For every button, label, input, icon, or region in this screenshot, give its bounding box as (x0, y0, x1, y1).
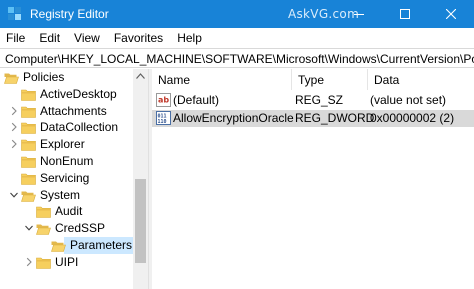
folder-icon (36, 257, 51, 269)
window-title: Registry Editor (30, 7, 109, 21)
list-row[interactable]: 011 110 AllowEncryptionOracle REG_DWORD 0x00… (152, 110, 474, 127)
tree-item-uipi[interactable]: UIPI (0, 254, 133, 271)
tree-item-label: Explorer (40, 137, 85, 152)
maximize-button[interactable] (382, 0, 428, 28)
folder-open-icon (51, 241, 66, 252)
maximize-icon (400, 9, 410, 19)
tree-item-label: CredSSP (55, 221, 106, 236)
folder-icon (21, 106, 36, 118)
tree-item-label: Audit (55, 204, 83, 219)
tree-item-label: ActiveDesktop (40, 86, 117, 101)
chevron-right-icon[interactable] (9, 139, 19, 149)
list-row[interactable]: ab (Default) REG_SZ (value not set) (152, 92, 474, 109)
column-header-type[interactable]: Type (292, 69, 368, 90)
address-path[interactable]: Computer\HKEY_LOCAL_MACHINE\SOFTWARE\Mic… (5, 52, 474, 66)
key-tree: Policies ActiveDesktop Attachments DataColl… (0, 69, 148, 289)
folder-icon (36, 207, 51, 219)
folder-icon (21, 89, 36, 101)
chevron-right-icon[interactable] (9, 106, 19, 116)
menu-view[interactable]: View (67, 31, 107, 45)
close-button[interactable] (428, 0, 474, 28)
dword-value-icon: 011110 (156, 111, 171, 125)
tree-item-explorer[interactable]: Explorer (0, 136, 133, 153)
chevron-down-icon[interactable] (24, 223, 34, 233)
values-list: Name Type Data ab (Default) REG_SZ (value n… (152, 69, 474, 289)
tree-item-label: Policies (23, 70, 65, 84)
column-header-data[interactable]: Data (368, 69, 474, 90)
column-header-name[interactable]: Name (152, 69, 292, 90)
tree-scrollbar[interactable] (133, 69, 148, 289)
address-bar[interactable]: Computer\HKEY_LOCAL_MACHINE\SOFTWARE\Mic… (0, 48, 474, 68)
minimize-button[interactable] (336, 0, 382, 28)
menu-bar: File Edit View Favorites Help (0, 28, 474, 47)
menu-help[interactable]: Help (170, 31, 209, 45)
tree-item-label: UIPI (55, 254, 79, 269)
tree-item-servicing[interactable]: Servicing (0, 170, 133, 187)
tree-item-parameters[interactable]: Parameters (0, 237, 143, 254)
folder-icon (21, 173, 36, 185)
scrollbar-thumb[interactable] (135, 179, 146, 263)
tree-item-label: Parameters (70, 238, 133, 252)
tree-item-activedesktop[interactable]: ActiveDesktop (0, 86, 133, 103)
menu-file[interactable]: File (0, 31, 32, 45)
folder-icon (21, 156, 36, 168)
tree-item-policies[interactable]: Policies (0, 69, 133, 86)
string-value-icon: ab (156, 93, 171, 107)
tree-item-label: Servicing (40, 170, 90, 185)
cell-name: (Default) (173, 93, 220, 107)
minimize-icon (354, 14, 364, 15)
tree-item-label: NonEnum (40, 154, 94, 168)
folder-open-icon (4, 73, 19, 84)
folder-icon (21, 139, 36, 151)
registry-editor-icon (8, 7, 21, 20)
tree-item-system[interactable]: System (0, 187, 133, 204)
tree-item-label: Attachments (40, 103, 107, 118)
tree-item-nonenum[interactable]: NonEnum (0, 153, 133, 170)
folder-open-icon (36, 224, 51, 235)
tree-item-credssp[interactable]: CredSSP (0, 220, 133, 237)
cell-data: 0x00000002 (2) (370, 111, 455, 125)
tree-item-audit[interactable]: Audit (0, 203, 133, 220)
tree-item-datacollection[interactable]: DataCollection (0, 119, 133, 136)
cell-type: REG_SZ (295, 93, 344, 107)
menu-edit[interactable]: Edit (32, 31, 67, 45)
title-bar[interactable]: Registry Editor AskVG.com (0, 0, 474, 28)
menu-favorites[interactable]: Favorites (107, 31, 170, 45)
svg-text:ab: ab (158, 96, 169, 105)
folder-open-icon (21, 191, 36, 202)
chevron-down-icon[interactable] (9, 190, 19, 200)
cell-data: (value not set) (370, 93, 447, 107)
cell-type: REG_DWORD (295, 111, 375, 125)
tree-item-label: DataCollection (40, 120, 119, 135)
cell-name: AllowEncryptionOracle (173, 111, 294, 125)
folder-icon (21, 123, 36, 135)
tree-item-label: System (40, 187, 81, 202)
chevron-right-icon[interactable] (24, 257, 34, 267)
scroll-up-icon[interactable] (136, 73, 145, 79)
tree-item-attachments[interactable]: Attachments (0, 103, 133, 120)
close-icon (446, 9, 456, 19)
svg-text:110: 110 (158, 119, 167, 125)
chevron-right-icon[interactable] (9, 122, 19, 132)
